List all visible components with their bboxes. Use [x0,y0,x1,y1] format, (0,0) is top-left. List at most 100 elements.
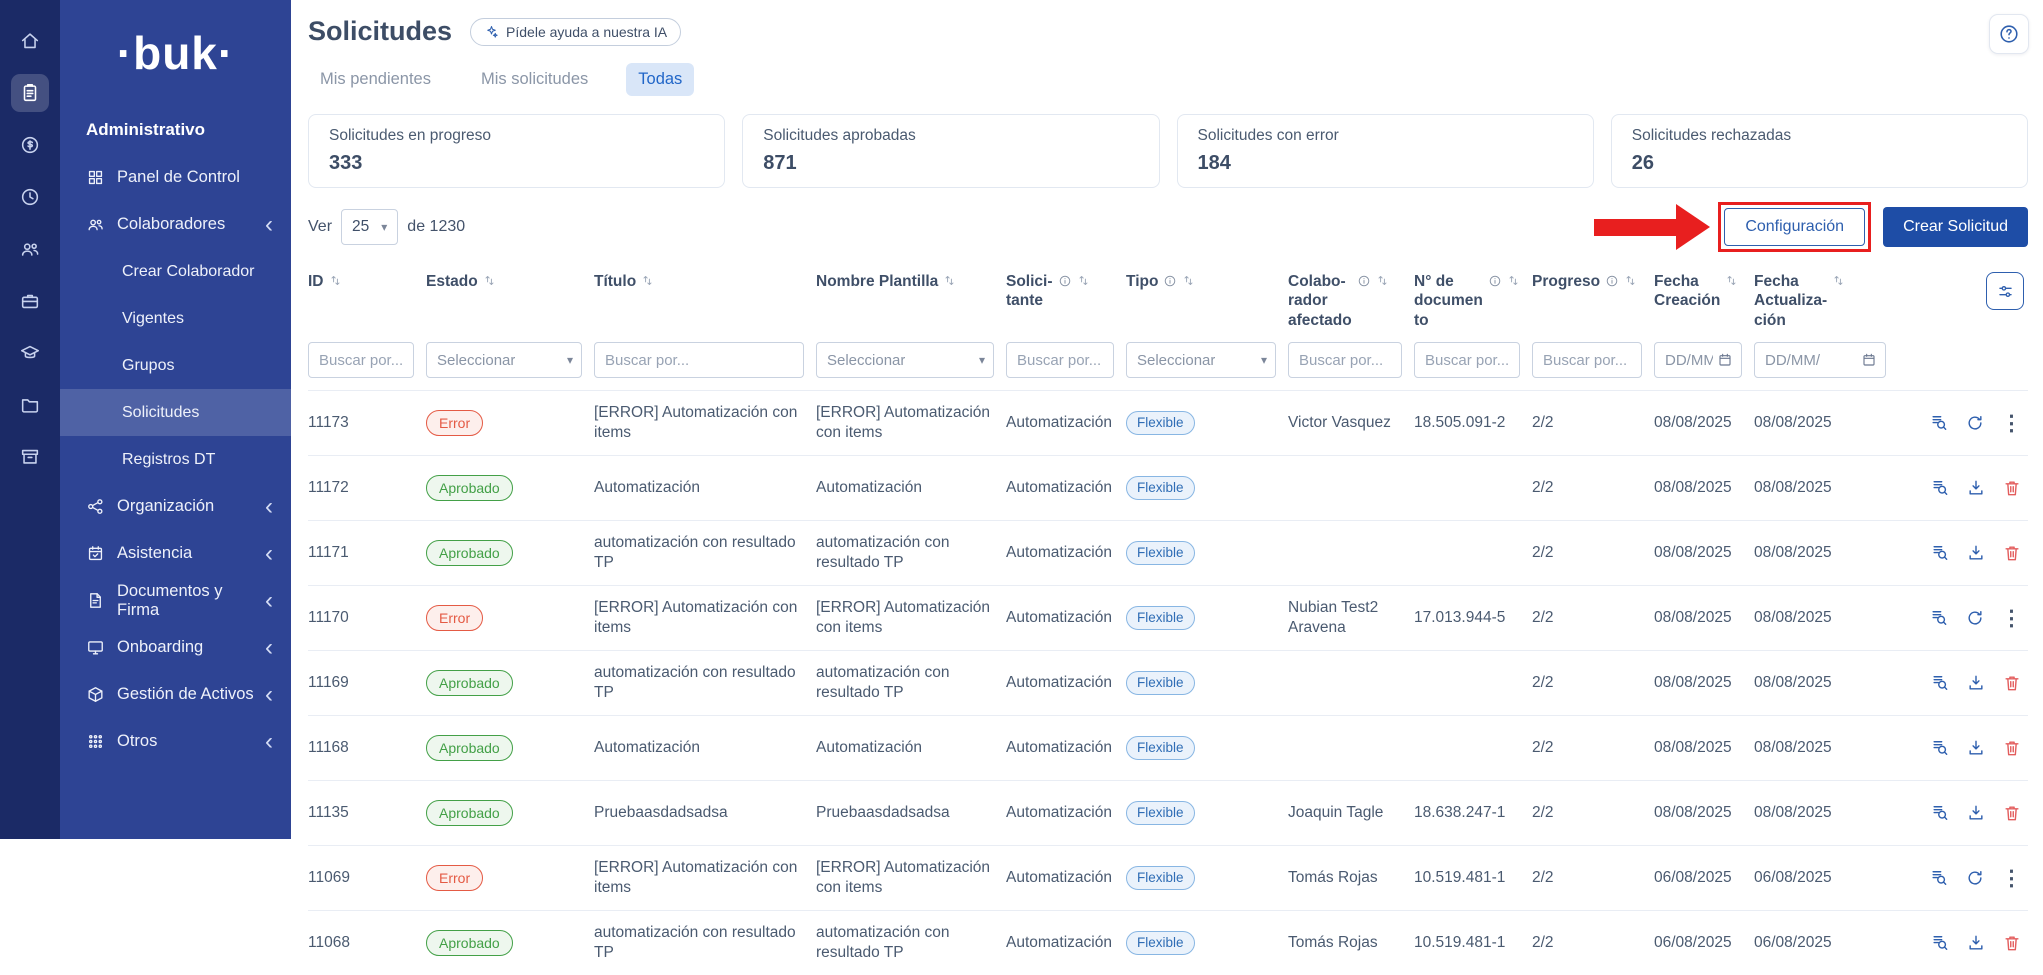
row-action-trash-button[interactable] [2002,673,2022,693]
sidebar-item-registros-dt[interactable]: Registros DT [60,436,291,483]
crear-solicitud-button[interactable]: Crear Solicitud [1883,207,2028,247]
sidebar-item-gestion-de-activos[interactable]: Gestión de Activos‹ [60,671,291,718]
column-header-progreso[interactable]: Progreso [1532,272,1654,291]
rail-item-coin[interactable] [11,126,49,164]
row-action-download-button[interactable] [1966,738,1986,758]
help-button[interactable] [1989,14,2029,54]
stat-card-solicitudes-aprobadas: Solicitudes aprobadas871 [742,114,1159,188]
filter-id-input[interactable] [308,342,414,378]
row-action-view-button[interactable] [1930,738,1950,758]
sidebar-item-panel-de-control[interactable]: Panel de Control [60,154,291,201]
table-settings-button[interactable] [1986,272,2024,310]
sort-control[interactable] [1182,274,1195,287]
sidebar-item-vigentes[interactable]: Vigentes [60,295,291,342]
row-action-kebab-button[interactable]: ⋮ [2001,413,2022,434]
sort-control[interactable] [641,274,654,287]
cell-titulo: automatización con resultado TP [594,663,816,703]
column-header-colaborador[interactable]: Colabo-radorafectado [1288,272,1414,330]
sort-control[interactable] [1376,274,1389,287]
row-action-view-button[interactable] [1930,478,1950,498]
ai-help-button[interactable]: Pídele ayuda a nuestra IA [470,18,681,46]
row-action-trash-button[interactable] [2002,933,2022,953]
sidebar-item-otros[interactable]: Otros‹ [60,718,291,765]
row-action-view-button[interactable] [1930,803,1950,823]
sidebar-item-crear-colaborador[interactable]: Crear Colaborador [60,248,291,295]
row-action-refresh-button[interactable] [1965,868,1985,888]
column-header-plantilla[interactable]: Nombre Plantilla [816,272,1006,291]
sidebar-item-label: Otros [117,732,157,751]
filter-estado-select[interactable]: Seleccionar▾ [426,342,582,378]
filter-solicitante-input[interactable] [1006,342,1114,378]
filter-tipo-select[interactable]: Seleccionar▾ [1126,342,1276,378]
rail-item-team[interactable] [11,230,49,268]
sidebar-item-organizacion[interactable]: Organización‹ [60,483,291,530]
rail-item-cap[interactable] [11,334,49,372]
row-action-view-button[interactable] [1930,933,1950,953]
column-header-solicitante[interactable]: Solici-tante [1006,272,1126,311]
sort-control[interactable] [329,274,342,287]
row-action-trash-button[interactable] [2002,803,2022,823]
sidebar-item-documentos-y-firma[interactable]: Documentos y Firma‹ [60,577,291,624]
row-action-kebab-button[interactable]: ⋮ [2001,608,2022,629]
sort-control[interactable] [483,274,496,287]
filter-progreso-input[interactable] [1532,342,1642,378]
row-action-download-button[interactable] [1966,478,1986,498]
filter-titulo-input[interactable] [594,342,804,378]
sort-control[interactable] [1832,274,1845,287]
sort-control[interactable] [1624,274,1637,287]
filter-actualizacion-datepicker[interactable]: DD/MM/ [1754,342,1886,378]
row-action-trash-button[interactable] [2002,543,2022,563]
rail-item-folder[interactable] [11,386,49,424]
column-header-titulo[interactable]: Título [594,272,816,291]
filter-colaborador-input[interactable] [1288,342,1402,378]
cell-fecha-actualizacion: 08/08/2025 [1754,673,1898,693]
sort-control[interactable] [1725,274,1738,287]
rail-item-clock[interactable] [11,178,49,216]
tab-todas[interactable]: Todas [626,63,694,96]
sort-control[interactable] [1507,274,1520,287]
row-action-view-button[interactable] [1930,673,1950,693]
filter-creacion-datepicker[interactable]: DD/MM/ [1654,342,1742,378]
sidebar-item-solicitudes[interactable]: Solicitudes [60,389,291,436]
sort-control[interactable] [943,274,956,287]
row-action-download-button[interactable] [1966,543,1986,563]
filter-documento-input[interactable] [1414,342,1520,378]
column-header-actualizacion[interactable]: FechaActualiza-ción [1754,272,1898,330]
configuracion-button[interactable]: Configuración [1724,208,1865,246]
filter-plantilla-select[interactable]: Seleccionar▾ [816,342,994,378]
tipo-badge: Flexible [1126,931,1195,955]
sidebar-item-asistencia[interactable]: Asistencia‹ [60,530,291,577]
rail-item-briefcase[interactable] [11,282,49,320]
tab-mis-solicitudes[interactable]: Mis solicitudes [469,63,600,96]
row-action-refresh-button[interactable] [1965,413,1985,433]
stat-value: 184 [1198,152,1573,175]
row-action-view-button[interactable] [1929,868,1949,888]
row-action-trash-button[interactable] [2002,738,2022,758]
row-action-download-button[interactable] [1966,673,1986,693]
pagination-control: Ver 25 ▾ de 1230 [308,209,465,245]
rail-item-clipboard[interactable] [11,74,49,112]
icon-rail [0,0,60,839]
column-header-estado[interactable]: Estado [426,272,594,291]
row-action-trash-button[interactable] [2002,478,2022,498]
column-header-documento[interactable]: N° dedocumento [1414,272,1532,330]
sidebar-item-colaboradores[interactable]: Colaboradores‹ [60,201,291,248]
row-action-view-button[interactable] [1929,608,1949,628]
page-size-select[interactable]: 25 ▾ [341,209,398,245]
cell-titulo: automatización con resultado TP [594,533,816,573]
row-action-kebab-button[interactable]: ⋮ [2001,868,2022,889]
rail-item-archive[interactable] [11,438,49,476]
sort-control[interactable] [1077,274,1090,287]
row-action-view-button[interactable] [1929,413,1949,433]
row-action-view-button[interactable] [1930,543,1950,563]
row-action-download-button[interactable] [1966,803,1986,823]
row-action-refresh-button[interactable] [1965,608,1985,628]
column-header-creacion[interactable]: FechaCreación [1654,272,1754,311]
column-header-tipo[interactable]: Tipo [1126,272,1288,291]
tab-mis-pendientes[interactable]: Mis pendientes [308,63,443,96]
row-action-download-button[interactable] [1966,933,1986,953]
sidebar-item-onboarding[interactable]: Onboarding‹ [60,624,291,671]
column-header-id[interactable]: ID [308,272,426,291]
sidebar-item-grupos[interactable]: Grupos [60,342,291,389]
rail-item-home[interactable] [11,22,49,60]
